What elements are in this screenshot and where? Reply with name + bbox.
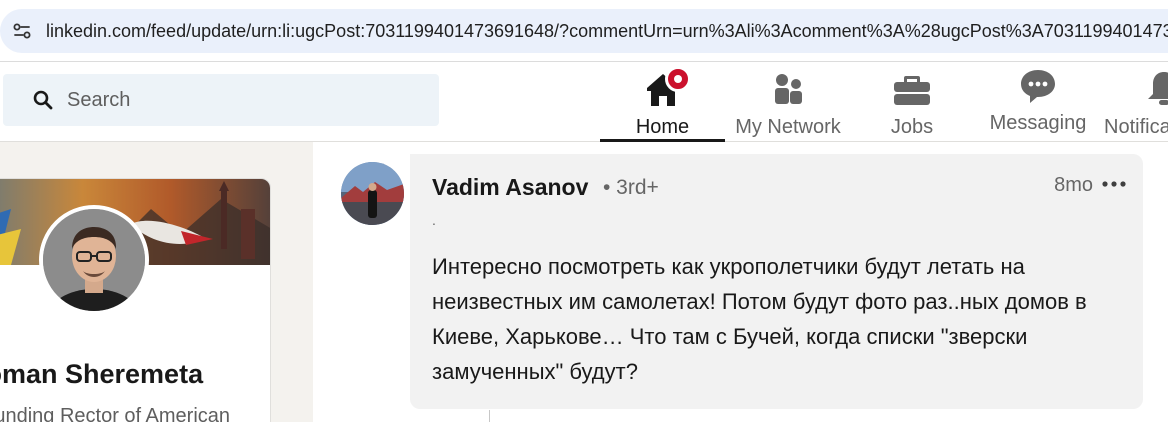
nav-messaging-label: Messaging	[989, 112, 1087, 134]
nav-my-network-label: My Network	[735, 116, 841, 138]
search-placeholder: Search	[67, 88, 131, 111]
site-info-icon[interactable]	[0, 9, 44, 53]
nav-my-network[interactable]: My Network	[728, 62, 848, 142]
nav-jobs[interactable]: Jobs	[862, 62, 962, 142]
home-icon	[643, 66, 691, 108]
nav-messaging[interactable]: Messaging	[982, 62, 1094, 142]
search-input[interactable]: Search	[3, 74, 439, 126]
thread-connector-line	[489, 410, 490, 422]
comment-time: 8mo	[1054, 174, 1093, 196]
url-text[interactable]: linkedin.com/feed/update/urn:li:ugcPost:…	[44, 21, 1168, 42]
nav-home[interactable]: Home	[600, 62, 725, 142]
feed-post-card: Vadim Asanov • 3rd+ 8mo . Интересно посм…	[313, 142, 1168, 422]
commenter-avatar[interactable]	[341, 162, 404, 225]
nav-notifications[interactable]: Notifications	[1104, 62, 1168, 142]
browser-address-bar: linkedin.com/feed/update/urn:li:ugcPost:…	[0, 0, 1168, 62]
commenter-headline: .	[432, 212, 436, 228]
briefcase-icon	[892, 68, 932, 108]
people-icon	[768, 68, 808, 108]
profile-avatar[interactable]	[39, 205, 149, 315]
commenter-name[interactable]: Vadim Asanov	[432, 174, 588, 201]
nav-jobs-label: Jobs	[890, 116, 934, 138]
nav-notifications-label: Notifications	[1104, 116, 1168, 138]
profile-name[interactable]: Roman Sheremeta	[0, 359, 270, 390]
profile-headline: Founding Rector of American	[0, 405, 231, 422]
more-options-icon[interactable]	[1101, 178, 1127, 190]
comment-text: Интересно посмотреть как укрополетчики б…	[432, 254, 1087, 384]
comment-bubble: Vadim Asanov • 3rd+ 8mo . Интересно посм…	[410, 154, 1143, 409]
url-field[interactable]: linkedin.com/feed/update/urn:li:ugcPost:…	[0, 9, 1168, 53]
search-icon	[33, 90, 53, 110]
chat-icon	[1018, 66, 1058, 106]
bell-icon	[1144, 68, 1168, 108]
linkedin-top-nav: Search Home My Network Jobs Messaging No…	[0, 62, 1168, 142]
notification-badge	[664, 66, 691, 92]
nav-home-label: Home	[635, 116, 690, 138]
profile-card[interactable]: Roman Sheremeta Founding Rector of Ameri…	[0, 178, 271, 422]
connection-degree: • 3rd+	[603, 176, 659, 199]
